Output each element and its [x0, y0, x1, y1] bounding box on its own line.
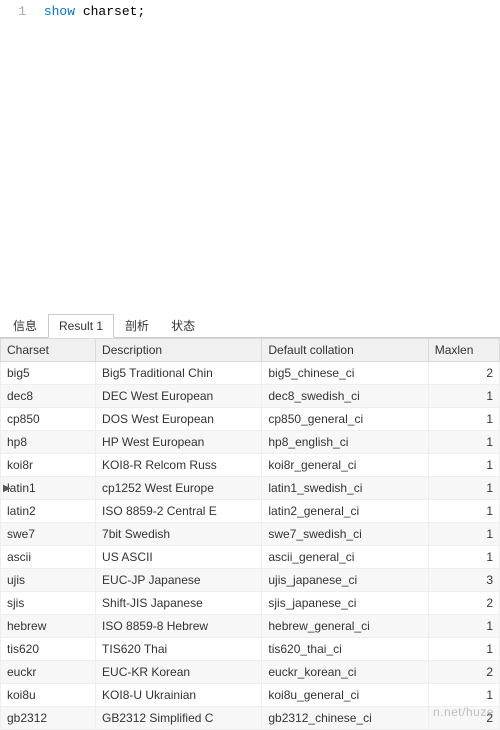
cell-maxlen: 2: [428, 362, 499, 385]
table-row[interactable]: sjisShift-JIS Japanesesjis_japanese_ci2: [1, 592, 500, 615]
cell-collation: latin1_swedish_ci: [262, 477, 428, 500]
cell-collation: koi8r_general_ci: [262, 454, 428, 477]
cell-collation: sjis_japanese_ci: [262, 592, 428, 615]
cell-collation: koi8u_general_ci: [262, 684, 428, 707]
col-maxlen[interactable]: Maxlen: [428, 339, 499, 362]
cell-description: ISO 8859-8 Hebrew: [96, 615, 262, 638]
cell-collation: big5_chinese_ci: [262, 362, 428, 385]
cell-collation: hp8_english_ci: [262, 431, 428, 454]
code-line: show charset;: [44, 4, 145, 19]
cell-collation: gb2312_chinese_ci: [262, 707, 428, 730]
cell-charset: latin2: [1, 500, 96, 523]
cell-maxlen: 1: [428, 385, 499, 408]
cell-charset: big5: [1, 362, 96, 385]
result-grid[interactable]: Charset Description Default collation Ma…: [0, 338, 500, 730]
cell-charset: tis620: [1, 638, 96, 661]
table-row[interactable]: dec8DEC West Europeandec8_swedish_ci1: [1, 385, 500, 408]
cell-charset: ▶latin1: [1, 477, 96, 500]
cell-collation: dec8_swedish_ci: [262, 385, 428, 408]
sql-keyword: show: [44, 4, 75, 19]
table-row[interactable]: hebrewISO 8859-8 Hebrewhebrew_general_ci…: [1, 615, 500, 638]
cell-maxlen: 2: [428, 707, 499, 730]
cell-charset: ujis: [1, 569, 96, 592]
cell-maxlen: 1: [428, 431, 499, 454]
col-description[interactable]: Description: [96, 339, 262, 362]
cell-collation: ascii_general_ci: [262, 546, 428, 569]
cell-description: DOS West European: [96, 408, 262, 431]
cell-collation: swe7_swedish_ci: [262, 523, 428, 546]
cell-charset: sjis: [1, 592, 96, 615]
cell-collation: cp850_general_ci: [262, 408, 428, 431]
cell-charset: hp8: [1, 431, 96, 454]
table-row[interactable]: cp850DOS West Europeancp850_general_ci1: [1, 408, 500, 431]
cell-description: GB2312 Simplified C: [96, 707, 262, 730]
cell-description: Big5 Traditional Chin: [96, 362, 262, 385]
cell-charset: hebrew: [1, 615, 96, 638]
cell-collation: hebrew_general_ci: [262, 615, 428, 638]
cell-collation: latin2_general_ci: [262, 500, 428, 523]
cell-maxlen: 1: [428, 615, 499, 638]
header-row: Charset Description Default collation Ma…: [1, 339, 500, 362]
cell-charset: koi8u: [1, 684, 96, 707]
table-row[interactable]: big5Big5 Traditional Chinbig5_chinese_ci…: [1, 362, 500, 385]
cell-maxlen: 2: [428, 661, 499, 684]
cell-description: KOI8-U Ukrainian: [96, 684, 262, 707]
table-row[interactable]: latin2ISO 8859-2 Central Elatin2_general…: [1, 500, 500, 523]
cell-charset: euckr: [1, 661, 96, 684]
tab-信息[interactable]: 信息: [2, 312, 48, 338]
cell-collation: ujis_japanese_ci: [262, 569, 428, 592]
sql-text: charset;: [75, 4, 145, 19]
table-row[interactable]: ▶latin1cp1252 West Europelatin1_swedish_…: [1, 477, 500, 500]
cell-maxlen: 1: [428, 500, 499, 523]
cell-description: 7bit Swedish: [96, 523, 262, 546]
cell-charset: swe7: [1, 523, 96, 546]
cell-maxlen: 1: [428, 477, 499, 500]
cell-collation: tis620_thai_ci: [262, 638, 428, 661]
cell-description: DEC West European: [96, 385, 262, 408]
tab-result-1[interactable]: Result 1: [48, 314, 114, 338]
cell-charset: cp850: [1, 408, 96, 431]
table-row[interactable]: tis620TIS620 Thaitis620_thai_ci1: [1, 638, 500, 661]
table-row[interactable]: euckrEUC-KR Koreaneuckr_korean_ci2: [1, 661, 500, 684]
line-number: 1: [0, 4, 36, 19]
col-collation[interactable]: Default collation: [262, 339, 428, 362]
table-row[interactable]: swe77bit Swedishswe7_swedish_ci1: [1, 523, 500, 546]
cell-description: US ASCII: [96, 546, 262, 569]
result-grid-wrap: Charset Description Default collation Ma…: [0, 338, 500, 730]
cell-maxlen: 3: [428, 569, 499, 592]
sql-editor[interactable]: 1 show charset;: [0, 0, 500, 310]
cell-description: EUC-JP Japanese: [96, 569, 262, 592]
cell-description: ISO 8859-2 Central E: [96, 500, 262, 523]
table-row[interactable]: hp8HP West Europeanhp8_english_ci1: [1, 431, 500, 454]
cell-maxlen: 1: [428, 523, 499, 546]
cell-maxlen: 2: [428, 592, 499, 615]
cell-maxlen: 1: [428, 684, 499, 707]
tab-状态[interactable]: 状态: [160, 312, 206, 338]
result-tabs: 信息Result 1剖析状态: [0, 310, 500, 338]
table-row[interactable]: gb2312GB2312 Simplified Cgb2312_chinese_…: [1, 707, 500, 730]
cell-charset: koi8r: [1, 454, 96, 477]
table-row[interactable]: ujisEUC-JP Japaneseujis_japanese_ci3: [1, 569, 500, 592]
cell-description: Shift-JIS Japanese: [96, 592, 262, 615]
cell-description: cp1252 West Europe: [96, 477, 262, 500]
cell-description: HP West European: [96, 431, 262, 454]
cell-maxlen: 1: [428, 638, 499, 661]
cell-maxlen: 1: [428, 546, 499, 569]
cell-charset: gb2312: [1, 707, 96, 730]
cell-collation: euckr_korean_ci: [262, 661, 428, 684]
cell-maxlen: 1: [428, 454, 499, 477]
cell-maxlen: 1: [428, 408, 499, 431]
cell-description: TIS620 Thai: [96, 638, 262, 661]
cell-description: EUC-KR Korean: [96, 661, 262, 684]
tab-剖析[interactable]: 剖析: [114, 312, 160, 338]
table-row[interactable]: koi8rKOI8-R Relcom Russkoi8r_general_ci1: [1, 454, 500, 477]
row-pointer-icon: ▶: [3, 483, 11, 494]
cell-charset: dec8: [1, 385, 96, 408]
cell-description: KOI8-R Relcom Russ: [96, 454, 262, 477]
table-row[interactable]: asciiUS ASCIIascii_general_ci1: [1, 546, 500, 569]
cell-charset: ascii: [1, 546, 96, 569]
table-row[interactable]: koi8uKOI8-U Ukrainiankoi8u_general_ci1: [1, 684, 500, 707]
col-charset[interactable]: Charset: [1, 339, 96, 362]
